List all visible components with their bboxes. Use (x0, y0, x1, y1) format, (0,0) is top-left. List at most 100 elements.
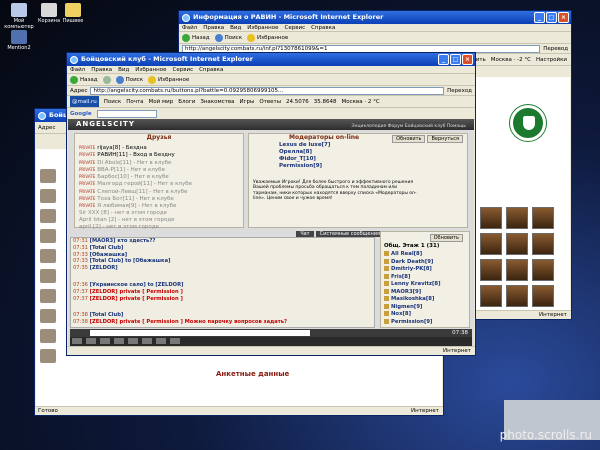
action-icon[interactable] (40, 169, 56, 183)
maximize-button[interactable]: □ (546, 12, 557, 23)
item-slot[interactable] (506, 259, 528, 281)
chat-text[interactable]: [Total Club] to [Обажашка] (90, 258, 171, 264)
desktop-icon-folder[interactable]: Пишвее (56, 3, 90, 24)
menu-tools[interactable]: Сервис (173, 66, 194, 73)
item-slot[interactable] (532, 285, 554, 307)
dating-link[interactable]: Знакомства (200, 96, 234, 107)
item-slot[interactable] (506, 285, 528, 307)
action-icon[interactable] (40, 229, 56, 243)
online-user[interactable]: Masikoshka[8] (384, 296, 467, 304)
online-user[interactable]: Permission[9] (384, 319, 467, 327)
desktop-icon-computer[interactable]: Мой компьютер (2, 3, 36, 30)
titlebar[interactable]: Информация о РАВИН - Microsoft Internet … (179, 11, 571, 24)
minimize-button[interactable]: _ (438, 54, 449, 65)
action-icon[interactable] (40, 249, 56, 263)
toolbar-icon[interactable] (114, 338, 124, 344)
moderator-row[interactable]: Фidor_T[10] (249, 156, 467, 163)
moderator-row[interactable]: Permission[9] (249, 163, 467, 170)
address-input[interactable]: http://angelscity.combats.ru/buttons.pl?… (90, 86, 445, 95)
menu-file[interactable]: Файл (182, 24, 197, 31)
my-world-link[interactable]: Мой мир (149, 96, 174, 107)
friend-row[interactable]: PRIVATE РАВИН[11] - Вход в Бездну (79, 151, 239, 158)
online-user[interactable]: Dark Death[9] (384, 259, 467, 267)
chat-text[interactable]: [ZELDOR] private [ Permission ] Можно па… (90, 319, 287, 325)
go-button[interactable]: Переход (447, 88, 472, 94)
item-slot[interactable] (532, 259, 554, 281)
mail-search-link[interactable]: Поиск (104, 96, 121, 107)
friend-row[interactable]: Sir XXX [8] - нет в этом городе (79, 210, 239, 217)
online-user[interactable]: Nigmen[9] (384, 304, 467, 312)
desktop-icon-mention[interactable]: Mention2 (2, 30, 36, 51)
moderator-row[interactable]: Lexus de luxe[7] (249, 142, 467, 149)
minimize-button[interactable]: _ (534, 12, 545, 23)
menu-tools[interactable]: Сервис (285, 24, 306, 31)
menu-file[interactable]: Файл (70, 66, 85, 73)
online-user[interactable]: Nox[8] (384, 311, 467, 319)
action-icon[interactable] (40, 349, 56, 363)
toolbar-icon[interactable] (156, 338, 166, 344)
chat-text[interactable]: [MAOR3] кто здесть?? (90, 238, 156, 244)
mail-link[interactable]: Почта (126, 96, 143, 107)
favorites-button[interactable]: Избранное (148, 74, 189, 85)
search-button[interactable]: Поиск (214, 32, 242, 43)
chat-text[interactable]: [ZELDOR] (90, 265, 118, 271)
friend-row[interactable]: PRIVATE Слепой-Левш[11] - Нет в клубе (79, 188, 239, 195)
friend-row[interactable]: PRIVATE Барбос[10] - Нет в клубе (79, 173, 239, 180)
item-slot[interactable] (532, 233, 554, 255)
friend-row[interactable]: PRIVATE Тоха Бот[11] - Нет в клубе (79, 195, 239, 202)
chat-text[interactable]: [Total Club] (90, 312, 124, 318)
menu-favorites[interactable]: Избранное (247, 24, 278, 31)
item-slot[interactable] (480, 285, 502, 307)
toolbar-icon[interactable] (142, 338, 152, 344)
blogs-link[interactable]: Блоги (178, 96, 195, 107)
games-link[interactable]: Игры (239, 96, 254, 107)
browser-window-club[interactable]: Бойцовский клуб - Microsoft Internet Exp… (66, 52, 476, 356)
chat-text[interactable]: [ZELDOR] private [ Permission ] (90, 289, 183, 295)
friend-row[interactable]: April Istan [2] - нет в этом городе (79, 217, 239, 224)
friend-row[interactable]: PRIVATE Малгорд герой[11] - Нет в клубе (79, 180, 239, 187)
chat-text[interactable]: [Total Club] (90, 245, 124, 251)
action-icon[interactable] (40, 189, 56, 203)
back-button[interactable]: Назад (70, 74, 98, 85)
action-icon[interactable] (40, 289, 56, 303)
item-slot[interactable] (532, 207, 554, 229)
menu-help[interactable]: Справка (311, 24, 335, 31)
online-user[interactable]: All Real[8] (384, 251, 467, 259)
friend-row[interactable]: PRIVATE Di Abolo[11] - Нет в клубе (79, 159, 239, 166)
item-slot[interactable] (506, 207, 528, 229)
friend-row[interactable]: PRIVATE rijaya[8] - Бездна (79, 144, 239, 151)
update-button[interactable]: Обновить (392, 135, 426, 143)
online-user[interactable]: MAOR3[9] (384, 289, 467, 297)
maximize-button[interactable]: □ (450, 54, 461, 65)
menu-help[interactable]: Справка (199, 66, 223, 73)
item-slot[interactable] (480, 259, 502, 281)
online-user[interactable]: Lenny Kravitz[8] (384, 281, 467, 289)
close-button[interactable]: × (462, 54, 473, 65)
back-button[interactable]: Назад (182, 32, 210, 43)
menu-edit[interactable]: Правка (203, 24, 224, 31)
toolbar-icon[interactable] (86, 338, 96, 344)
go-button[interactable]: Перевод (543, 46, 568, 52)
chat-text[interactable]: [ZELDOR] private [ Permission ] (90, 296, 183, 302)
google-search-input[interactable] (96, 109, 157, 118)
answers-link[interactable]: Ответы (259, 96, 281, 107)
menu-favorites[interactable]: Избранное (135, 66, 166, 73)
menu-view[interactable]: Вид (118, 66, 129, 73)
search-button[interactable]: Поиск (115, 74, 143, 85)
toolbar-icon[interactable] (72, 338, 82, 344)
friend-row[interactable]: PRIVATE Я любимая[9] - Нет в клубе (79, 202, 239, 209)
item-slot[interactable] (480, 207, 502, 229)
close-button[interactable]: × (558, 12, 569, 23)
game-links[interactable]: Энциклопедия Форум Бойцовский клуб Помощ… (351, 121, 466, 132)
toolbar-icon[interactable] (170, 338, 180, 344)
favorites-button[interactable]: Избранное (247, 32, 288, 43)
chat-input[interactable] (90, 330, 310, 336)
return-button[interactable]: Вернуться (427, 135, 463, 143)
toolbar-icon[interactable] (100, 338, 110, 344)
moderator-row[interactable]: Орелла[8] (249, 149, 467, 156)
action-icon[interactable] (40, 329, 56, 343)
menu-view[interactable]: Вид (230, 24, 241, 31)
item-slot[interactable] (506, 233, 528, 255)
chat-text[interactable]: [Украинское сало] to [ZELDOR] (90, 282, 184, 288)
item-slot[interactable] (480, 233, 502, 255)
